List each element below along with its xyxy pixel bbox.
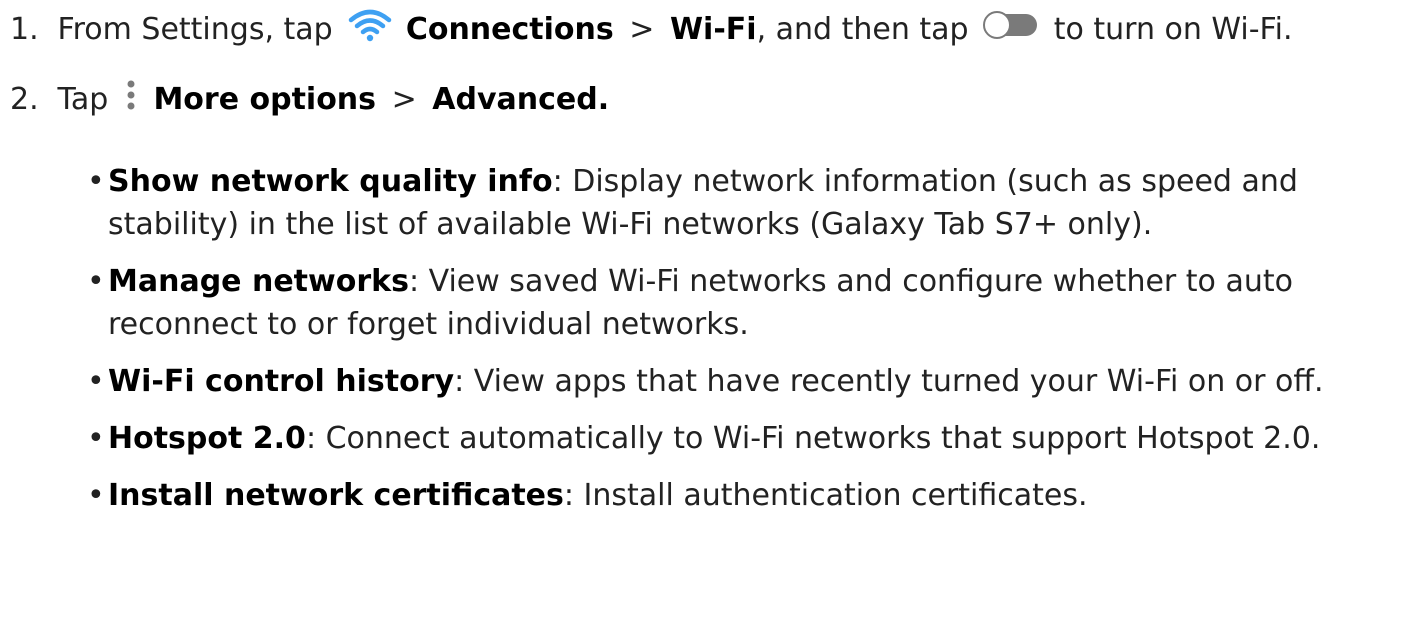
list-item: • Show network quality info: Display net… [87, 160, 1398, 246]
step-1: 1. From Settings, tap Connections > Wi-F… [10, 8, 1293, 53]
option-description: : View apps that have recently turned yo… [454, 364, 1324, 399]
option-description: : Connect automatically to Wi-Fi network… [305, 421, 1321, 456]
connections-menu-label: Connections [405, 12, 614, 47]
toggle-switch-icon [982, 10, 1040, 51]
option-description: : Install authentication certificates. [563, 478, 1088, 513]
breadcrumb-separator: > [629, 12, 655, 47]
step-prefix: From Settings, tap [57, 12, 333, 47]
wifi-menu-label: Wi-Fi [669, 12, 757, 47]
list-item: • Wi-Fi control history: View apps that … [87, 360, 1398, 403]
more-options-label: More options [153, 82, 377, 117]
option-term: Manage networks [108, 264, 409, 299]
option-term: Hotspot 2.0 [108, 421, 306, 456]
breadcrumb-separator: > [391, 82, 417, 117]
step-2: 2. Tap More options > Advanced. [10, 78, 609, 123]
advanced-options-list: • Show network quality info: Display net… [87, 160, 1398, 531]
step-suffix: to turn on Wi-Fi. [1053, 12, 1293, 47]
option-term: Show network quality info [108, 164, 553, 199]
list-item: • Hotspot 2.0: Connect automatically to … [87, 417, 1398, 460]
option-term: Install network certificates [108, 478, 564, 513]
step-middle: , and then tap [756, 12, 969, 47]
list-item: • Install network certificates: Install … [87, 474, 1398, 517]
bullet-icon: • [87, 364, 105, 399]
wifi-icon [348, 8, 392, 53]
step-number: 2. [10, 82, 39, 117]
option-term: Wi-Fi control history [108, 364, 455, 399]
advanced-menu-label: Advanced. [432, 82, 610, 117]
list-item: • Manage networks: View saved Wi-Fi netw… [87, 260, 1398, 346]
bullet-icon: • [87, 264, 105, 299]
step-prefix: Tap [57, 82, 109, 117]
bullet-icon: • [87, 164, 105, 199]
bullet-icon: • [87, 478, 105, 513]
bullet-icon: • [87, 421, 105, 456]
step-number: 1. [10, 12, 39, 47]
more-options-icon [124, 78, 138, 123]
